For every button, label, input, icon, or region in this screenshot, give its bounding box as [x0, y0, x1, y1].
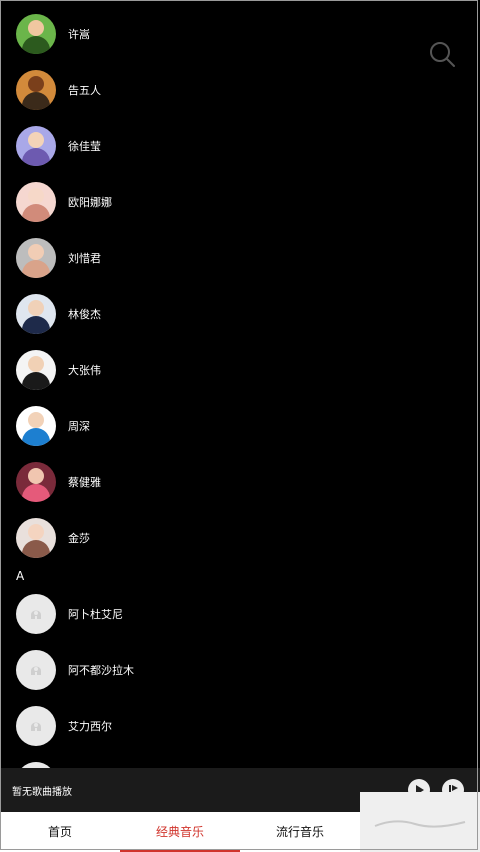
- artist-name: 蔡健雅: [68, 476, 101, 489]
- tab-classic-music-label: 经典音乐: [155, 825, 204, 839]
- artist-name: 艾力西尔: [68, 720, 112, 733]
- artist-row[interactable]: 大张伟: [0, 342, 420, 398]
- artist-avatar: [16, 518, 56, 558]
- artist-row[interactable]: 阿不都沙拉木: [0, 642, 420, 698]
- artist-row[interactable]: 艾力西尔: [0, 698, 420, 754]
- artist-row[interactable]: 欧阳娜娜: [0, 174, 420, 230]
- tab-classic-music[interactable]: 经典音乐: [120, 812, 240, 852]
- artist-list[interactable]: 许嵩告五人徐佳莹欧阳娜娜刘惜君林俊杰大张伟周深蔡健雅金莎 A 阿卜杜艾尼阿不都沙…: [0, 0, 480, 768]
- artist-avatar: [16, 294, 56, 334]
- tab-pop-music[interactable]: 流行音乐: [240, 812, 360, 852]
- artist-row[interactable]: 刘惜君: [0, 230, 420, 286]
- section-header-a: A: [16, 569, 25, 583]
- artist-row[interactable]: 周深: [0, 398, 420, 454]
- artist-row[interactable]: 蔡健雅: [0, 454, 420, 510]
- artist-row[interactable]: 徐佳莹: [0, 118, 420, 174]
- tab-home[interactable]: 首页: [0, 812, 120, 852]
- artist-avatar: [16, 14, 56, 54]
- default-avatar-icon: [16, 706, 56, 746]
- artist-name: 阿卜杜艾尼: [68, 608, 123, 621]
- artist-avatar: [16, 462, 56, 502]
- default-avatar-icon: [16, 650, 56, 690]
- artist-name: 林俊杰: [68, 308, 101, 321]
- artist-row[interactable]: 告五人: [0, 62, 420, 118]
- overlay-placeholder: [360, 792, 480, 852]
- artist-avatar: [16, 238, 56, 278]
- search-icon[interactable]: [428, 40, 456, 68]
- player-status-text: 暂无歌曲播放: [12, 787, 72, 798]
- tab-pop-music-label: 流行音乐: [275, 825, 324, 839]
- artist-row[interactable]: 林俊杰: [0, 286, 420, 342]
- artist-name: 金莎: [68, 532, 90, 545]
- artist-name: 刘惜君: [68, 252, 101, 265]
- artist-name: 阿不都沙拉木: [68, 664, 134, 677]
- artist-avatar: [16, 70, 56, 110]
- tab-home-label: 首页: [47, 825, 72, 839]
- default-avatar-icon: [16, 594, 56, 634]
- artist-name: 周深: [68, 420, 90, 433]
- artist-row[interactable]: 金莎: [0, 510, 420, 566]
- artist-avatar: [16, 406, 56, 446]
- artist-row[interactable]: 许嵩: [0, 6, 420, 62]
- artist-name: 告五人: [68, 84, 101, 97]
- artist-avatar: [16, 182, 56, 222]
- artist-name: 欧阳娜娜: [68, 196, 112, 209]
- artist-name: 徐佳莹: [68, 140, 101, 153]
- scribble-decoration: [374, 820, 466, 828]
- artist-name: 大张伟: [68, 364, 101, 377]
- artist-name: 许嵩: [68, 28, 90, 41]
- artist-avatar: [16, 350, 56, 390]
- artist-row[interactable]: 阿卜杜艾尼: [0, 586, 420, 642]
- artist-avatar: [16, 126, 56, 166]
